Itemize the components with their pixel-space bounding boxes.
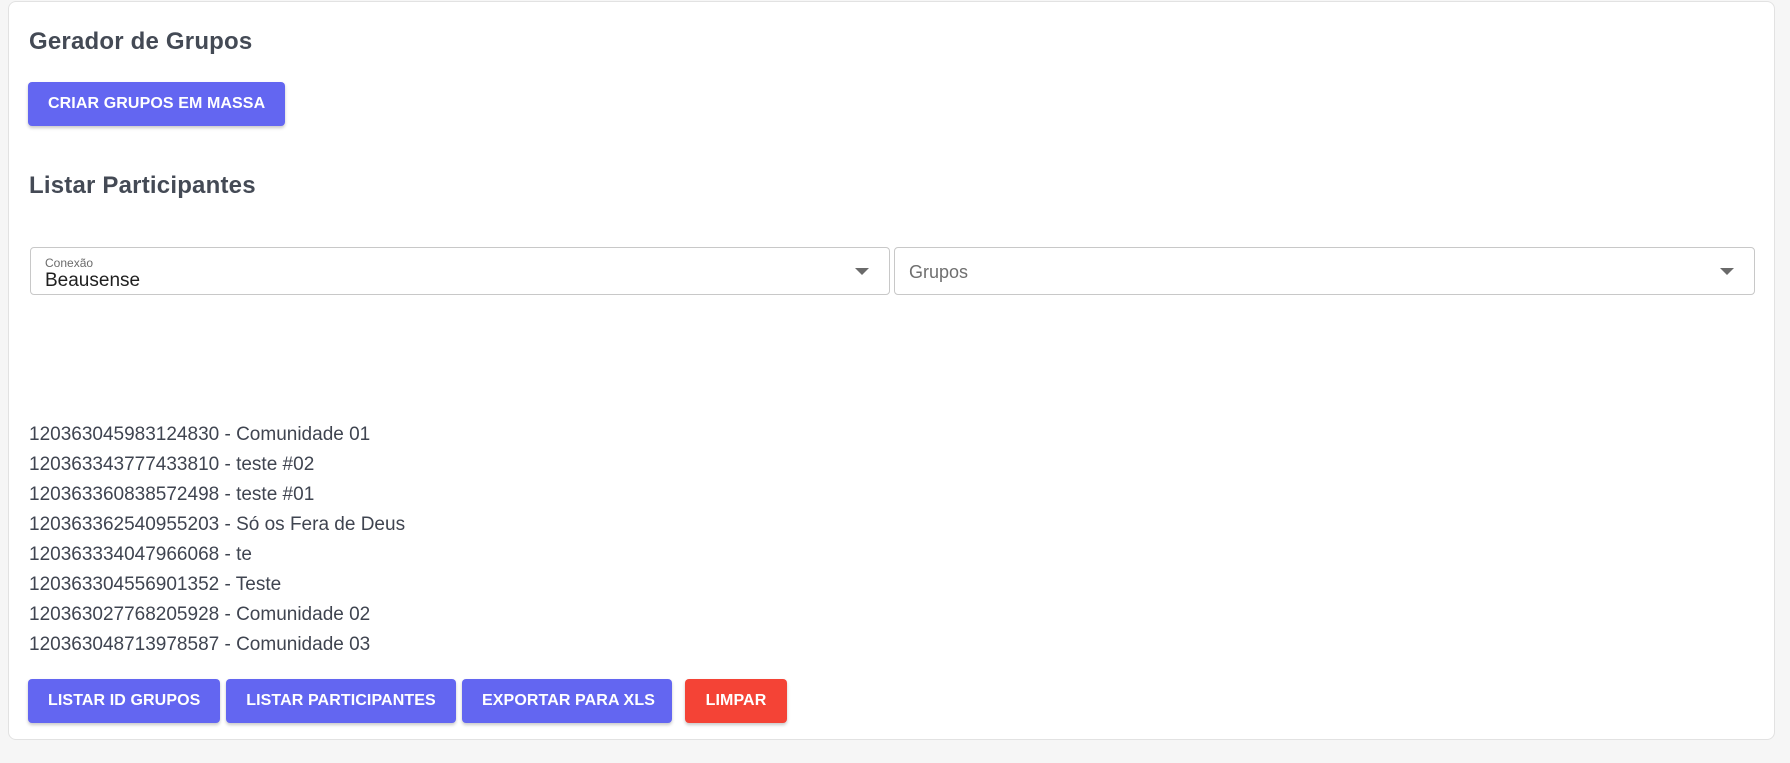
list-item: 120363027768205928 - Comunidade 02 [29, 604, 371, 625]
chevron-down-icon [1720, 268, 1734, 275]
connection-select-label: Conexão [45, 256, 94, 270]
generator-title: Gerador de Grupos [29, 28, 253, 55]
list-participants-button[interactable]: LISTAR PARTICIPANTES [226, 679, 456, 723]
chevron-down-icon [855, 268, 869, 275]
list-item: 120363343777433810 - teste #02 [29, 454, 315, 475]
clear-button[interactable]: LIMPAR [685, 679, 787, 723]
list-item: 120363360838572498 - teste #01 [29, 484, 315, 505]
groups-select-placeholder: Grupos [909, 262, 969, 282]
bulk-create-groups-button[interactable]: CRIAR GRUPOS EM MASSA [28, 82, 286, 126]
list-group-ids-button[interactable]: LISTAR ID GRUPOS [28, 679, 220, 723]
list-item: 120363334047966068 - te [29, 544, 252, 565]
connection-select-value: Beausense [45, 270, 141, 291]
connection-select[interactable]: Conexão Beausense [30, 247, 890, 295]
list-item: 120363304556901352 - Teste [29, 574, 282, 595]
groups-select[interactable]: Grupos [894, 247, 1755, 295]
group-id-list: 120363045983124830 - Comunidade 01 12036… [29, 420, 405, 660]
list-participants-title: Listar Participantes [29, 172, 256, 199]
list-item: 120363045983124830 - Comunidade 01 [29, 424, 371, 445]
list-item: 120363048713978587 - Comunidade 03 [29, 634, 371, 655]
export-xls-button[interactable]: EXPORTAR PARA XLS [462, 679, 672, 723]
list-item: 120363362540955203 - Só os Fera de Deus [29, 514, 406, 535]
main-card: Gerador de Grupos CRIAR GRUPOS EM MASSA … [8, 1, 1775, 740]
